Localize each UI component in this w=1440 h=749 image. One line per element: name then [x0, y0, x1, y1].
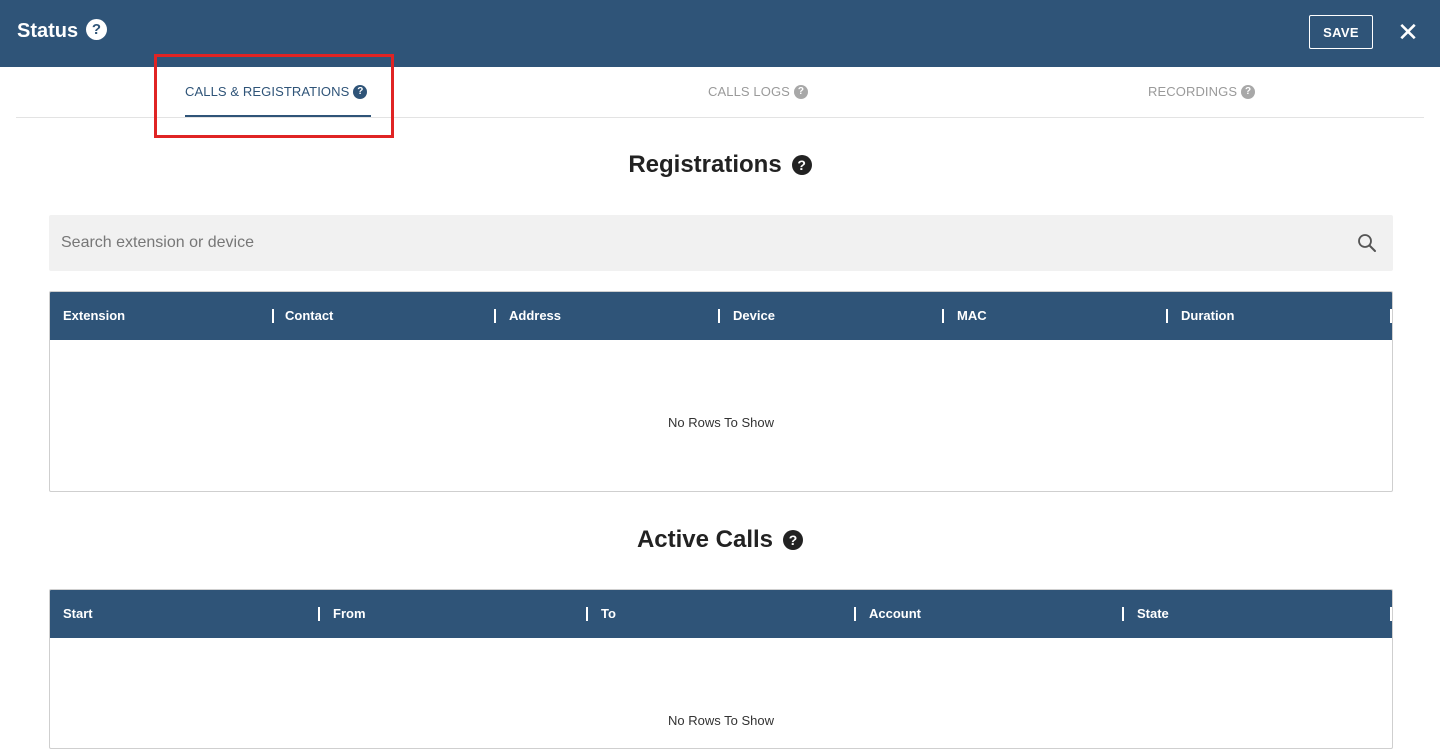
column-header-state[interactable]: State	[1124, 590, 1392, 638]
help-icon[interactable]: ?	[783, 530, 804, 550]
help-icon[interactable]: ?	[793, 84, 808, 99]
column-header-mac[interactable]: MAC	[944, 292, 1168, 340]
table-header: Start From To Account State	[50, 590, 1392, 638]
empty-message: No Rows To Show	[668, 415, 774, 430]
column-header-from[interactable]: From	[320, 590, 588, 638]
registrations-search	[49, 215, 1393, 271]
column-header-device[interactable]: Device	[720, 292, 944, 340]
tab-calls-logs[interactable]: CALLS LOGS?	[708, 83, 808, 117]
column-header-to[interactable]: To	[588, 590, 856, 638]
registrations-table: Extension Contact Address Device MAC Dur…	[49, 291, 1393, 492]
column-header-contact[interactable]: Contact	[272, 292, 496, 340]
help-icon[interactable]: ?	[86, 19, 107, 40]
close-icon[interactable]: ✕	[1396, 19, 1420, 45]
active-calls-title: Active Calls	[636, 526, 774, 553]
registrations-title: Registrations	[628, 151, 782, 178]
tab-label: CALLS LOGS	[708, 84, 790, 100]
column-header-extension[interactable]: Extension	[50, 292, 274, 340]
help-icon[interactable]: ?	[791, 155, 812, 175]
empty-message: No Rows To Show	[668, 713, 774, 728]
tab-recordings[interactable]: RECORDINGS?	[1148, 83, 1256, 117]
active-calls-heading: Active Calls?	[0, 526, 1440, 554]
column-header-account[interactable]: Account	[856, 590, 1124, 638]
column-header-start[interactable]: Start	[50, 590, 320, 638]
save-button[interactable]: SAVE	[1309, 15, 1373, 49]
highlight-annotation-box	[154, 54, 394, 138]
column-header-address[interactable]: Address	[496, 292, 720, 340]
page-title: Status	[17, 20, 79, 42]
table-header: Extension Contact Address Device MAC Dur…	[50, 292, 1392, 340]
active-calls-table: Start From To Account State No Rows To S…	[49, 589, 1393, 749]
search-input[interactable]	[49, 215, 1339, 271]
tab-label: RECORDINGS	[1148, 84, 1238, 100]
column-header-duration[interactable]: Duration	[1168, 292, 1392, 340]
help-icon[interactable]: ?	[1241, 84, 1256, 99]
search-icon[interactable]	[1357, 233, 1377, 253]
registrations-heading: Registrations?	[0, 151, 1440, 179]
